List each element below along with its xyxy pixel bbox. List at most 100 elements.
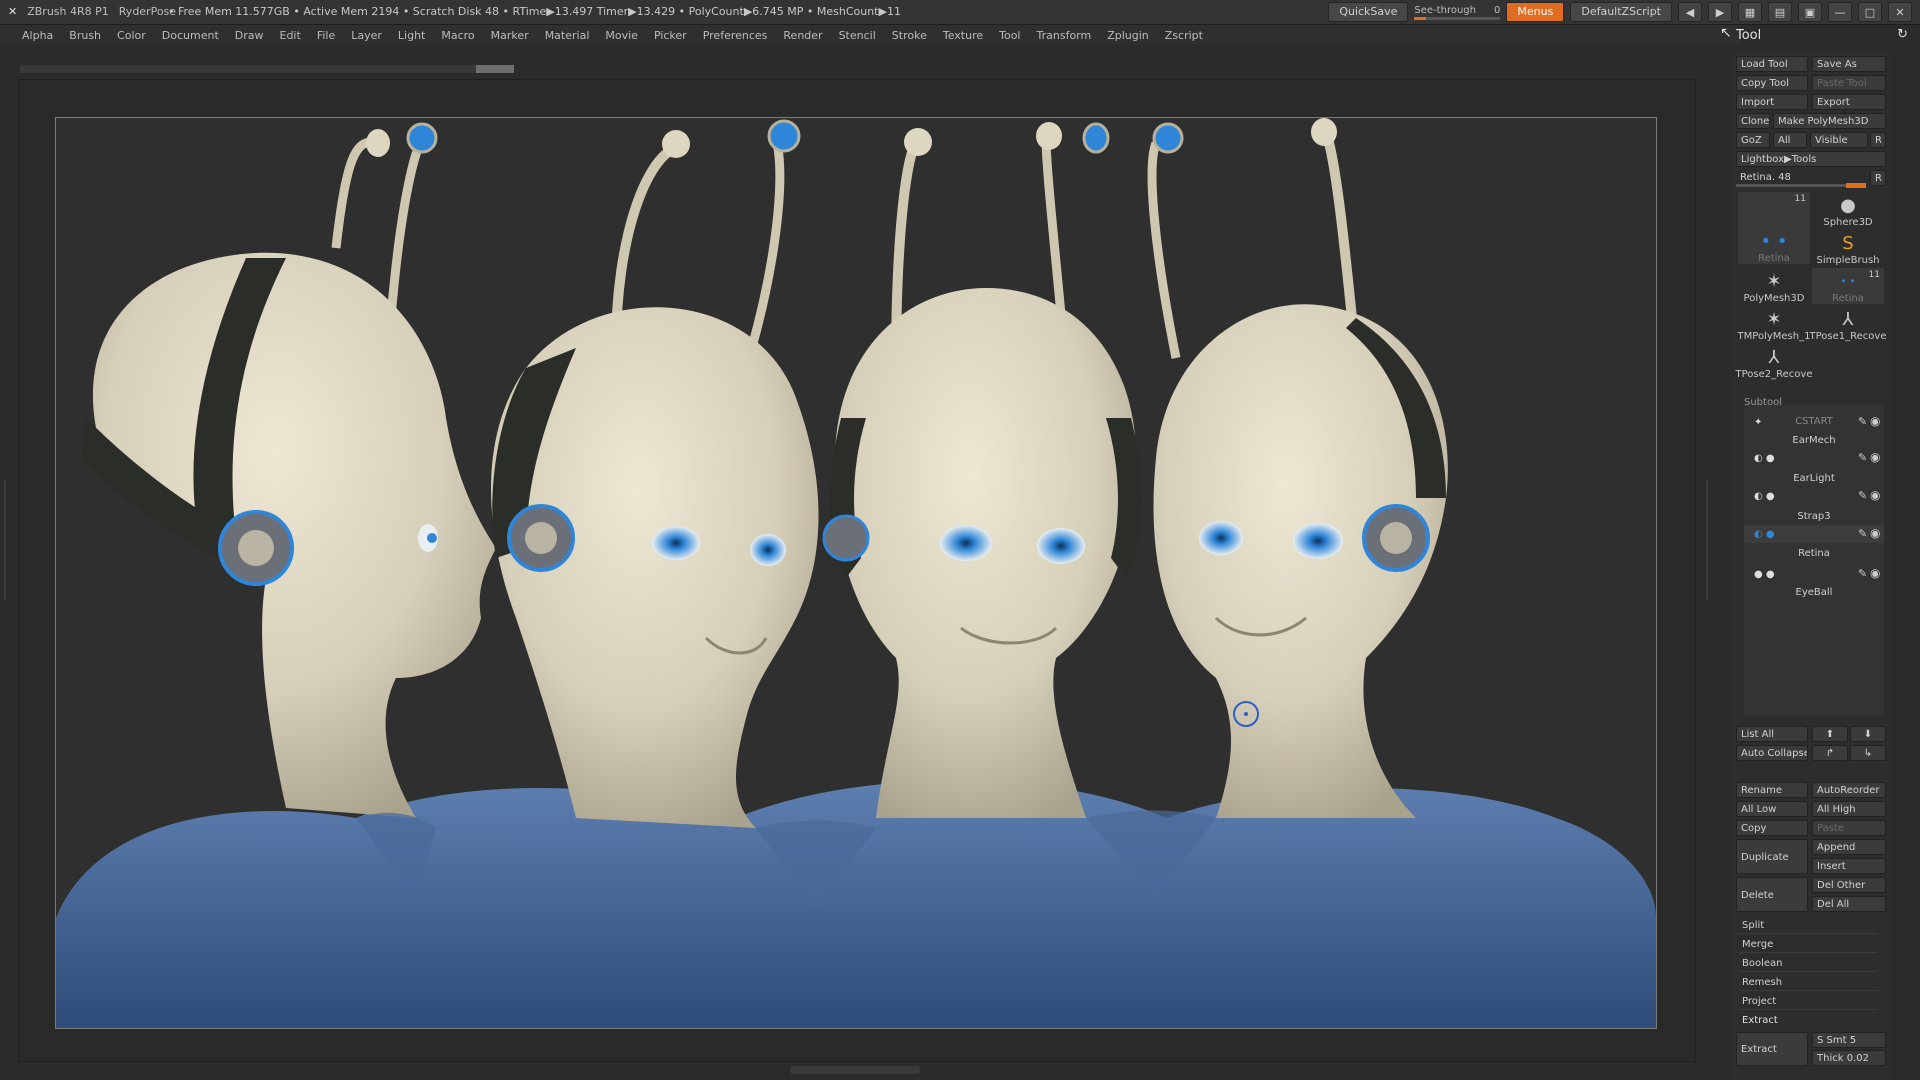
export-button[interactable]: Export: [1812, 94, 1886, 110]
boolean-section[interactable]: Boolean: [1738, 956, 1878, 972]
duplicate-button[interactable]: Duplicate: [1736, 839, 1808, 874]
retina-slider[interactable]: [1736, 183, 1866, 188]
tool-thumb-tpose2[interactable]: ⅄ TPose2_Recove: [1736, 344, 1813, 381]
close-icon[interactable]: ✕: [1888, 2, 1912, 22]
paste-tool-button[interactable]: Paste Tool: [1812, 75, 1886, 91]
tool-thumb-simplebrush[interactable]: S SimpleBrush: [1812, 230, 1884, 267]
layout-prev-icon[interactable]: ◀: [1678, 2, 1702, 22]
default-zscript-button[interactable]: DefaultZScript: [1570, 2, 1672, 22]
tool-thumb-tpose1[interactable]: ⅄ TPose1_Recove: [1810, 306, 1887, 343]
save-icon[interactable]: ▣: [1798, 2, 1822, 22]
top-shelf[interactable]: [20, 65, 514, 73]
menu-item-layer[interactable]: Layer: [343, 25, 390, 45]
copy-button[interactable]: Copy: [1736, 820, 1808, 836]
lightbox-tools-button[interactable]: Lightbox▶Tools: [1736, 151, 1886, 167]
subtool-row[interactable]: ● ● ✎ ◉: [1744, 565, 1884, 583]
see-through-slider[interactable]: See-through 0: [1414, 5, 1501, 20]
menu-item-stencil[interactable]: Stencil: [831, 25, 884, 45]
tool-thumb-sphere3d[interactable]: ● Sphere3D: [1812, 192, 1884, 229]
menu-item-document[interactable]: Document: [154, 25, 227, 45]
menu-item-tool[interactable]: Tool: [991, 25, 1028, 45]
rename-button[interactable]: Rename: [1736, 782, 1808, 798]
append-button[interactable]: Append: [1812, 839, 1886, 855]
project-section[interactable]: Project: [1738, 994, 1878, 1010]
retina-r-button[interactable]: R: [1870, 170, 1886, 186]
menu-item-color[interactable]: Color: [109, 25, 154, 45]
import-button[interactable]: Import: [1736, 94, 1808, 110]
del-all-button[interactable]: Del All: [1812, 896, 1886, 912]
visibility-eye-icon[interactable]: ◉: [1870, 566, 1880, 580]
menu-item-material[interactable]: Material: [537, 25, 598, 45]
visibility-eye-icon[interactable]: ◉: [1870, 488, 1880, 502]
move-up-icon[interactable]: ⬆: [1812, 726, 1848, 742]
subtool-label[interactable]: EyeBall: [1744, 587, 1884, 598]
extract-section[interactable]: Extract: [1738, 1013, 1878, 1029]
bottom-tray-handle[interactable]: [790, 1066, 920, 1074]
collapse-arrow-icon[interactable]: ↖: [1720, 25, 1732, 41]
extract-button[interactable]: Extract: [1736, 1032, 1808, 1066]
arrow-right-icon[interactable]: ↱: [1812, 745, 1848, 761]
subtool-label[interactable]: EarMech: [1744, 435, 1884, 446]
menu-item-zscript[interactable]: Zscript: [1157, 25, 1211, 45]
subtool-row[interactable]: ◐ ● ✎ ◉: [1744, 449, 1884, 467]
menu-item-picker[interactable]: Picker: [646, 25, 695, 45]
tool-thumb-tmpolymesh[interactable]: ✶ TMPolyMesh_1: [1738, 306, 1811, 343]
tool-thumb-polymesh3d[interactable]: ✶ PolyMesh3D: [1738, 268, 1810, 305]
menu-item-marker[interactable]: Marker: [483, 25, 537, 45]
delete-button[interactable]: Delete: [1736, 877, 1808, 912]
subtool-label[interactable]: EarLight: [1744, 473, 1884, 484]
left-tray-handle[interactable]: [4, 480, 14, 600]
polypaint-icon[interactable]: ✎: [1858, 489, 1867, 502]
r-button[interactable]: R: [1870, 132, 1886, 148]
make-polymesh-button[interactable]: Make PolyMesh3D: [1773, 113, 1886, 129]
subtool-row-active[interactable]: ◐ ● ✎ ◉: [1744, 525, 1884, 543]
visible-button[interactable]: Visible: [1810, 132, 1868, 148]
paste-button[interactable]: Paste: [1812, 820, 1886, 836]
clone-button[interactable]: Clone: [1736, 113, 1770, 129]
layout-next-icon[interactable]: ▶: [1708, 2, 1732, 22]
list-all-button[interactable]: List All: [1736, 726, 1808, 742]
menu-item-render[interactable]: Render: [775, 25, 830, 45]
split-section[interactable]: Split: [1738, 918, 1878, 934]
autoreorder-button[interactable]: AutoReorder: [1812, 782, 1886, 798]
minimize-icon[interactable]: —: [1828, 2, 1852, 22]
all-low-button[interactable]: All Low: [1736, 801, 1808, 817]
color-scheme-icon[interactable]: ▤: [1768, 2, 1792, 22]
menu-item-transform[interactable]: Transform: [1029, 25, 1100, 45]
menu-item-draw[interactable]: Draw: [227, 25, 272, 45]
menu-item-light[interactable]: Light: [390, 25, 433, 45]
copy-tool-button[interactable]: Copy Tool: [1736, 75, 1808, 91]
menu-item-movie[interactable]: Movie: [597, 25, 646, 45]
polypaint-icon[interactable]: ✎: [1858, 451, 1867, 464]
document-canvas[interactable]: [55, 117, 1657, 1029]
insert-button[interactable]: Insert: [1812, 858, 1886, 874]
maximize-icon[interactable]: □: [1858, 2, 1882, 22]
menu-item-macro[interactable]: Macro: [433, 25, 482, 45]
menu-item-file[interactable]: File: [309, 25, 343, 45]
del-other-button[interactable]: Del Other: [1812, 877, 1886, 893]
auto-collapse-button[interactable]: Auto Collapse: [1736, 745, 1808, 761]
menu-item-stroke[interactable]: Stroke: [884, 25, 935, 45]
right-tray-handle[interactable]: [1698, 480, 1708, 600]
menu-item-preferences[interactable]: Preferences: [695, 25, 776, 45]
subtool-row[interactable]: ◐ ● ✎ ◉: [1744, 487, 1884, 505]
polypaint-icon[interactable]: ✎: [1858, 527, 1867, 540]
layout-icon[interactable]: ▦: [1738, 2, 1762, 22]
menu-item-brush[interactable]: Brush: [61, 25, 109, 45]
all-high-button[interactable]: All High: [1812, 801, 1886, 817]
save-as-button[interactable]: Save As: [1812, 56, 1886, 72]
tool-thumb-retina[interactable]: 11 • • Retina: [1738, 192, 1810, 264]
visibility-eye-icon[interactable]: ◉: [1870, 414, 1880, 428]
menu-item-alpha[interactable]: Alpha: [14, 25, 61, 45]
menu-item-edit[interactable]: Edit: [272, 25, 309, 45]
visibility-eye-icon[interactable]: ◉: [1870, 526, 1880, 540]
subtool-label[interactable]: Strap3: [1744, 511, 1884, 522]
menu-item-texture[interactable]: Texture: [935, 25, 991, 45]
thick-slider[interactable]: Thick 0.02: [1812, 1050, 1886, 1066]
goz-button[interactable]: GoZ: [1736, 132, 1770, 148]
quicksave-button[interactable]: QuickSave: [1328, 2, 1409, 22]
visibility-eye-icon[interactable]: ◉: [1870, 450, 1880, 464]
polypaint-icon[interactable]: ✎: [1858, 415, 1867, 428]
menus-button[interactable]: Menus: [1506, 2, 1565, 22]
move-down-icon[interactable]: ⬇: [1850, 726, 1886, 742]
